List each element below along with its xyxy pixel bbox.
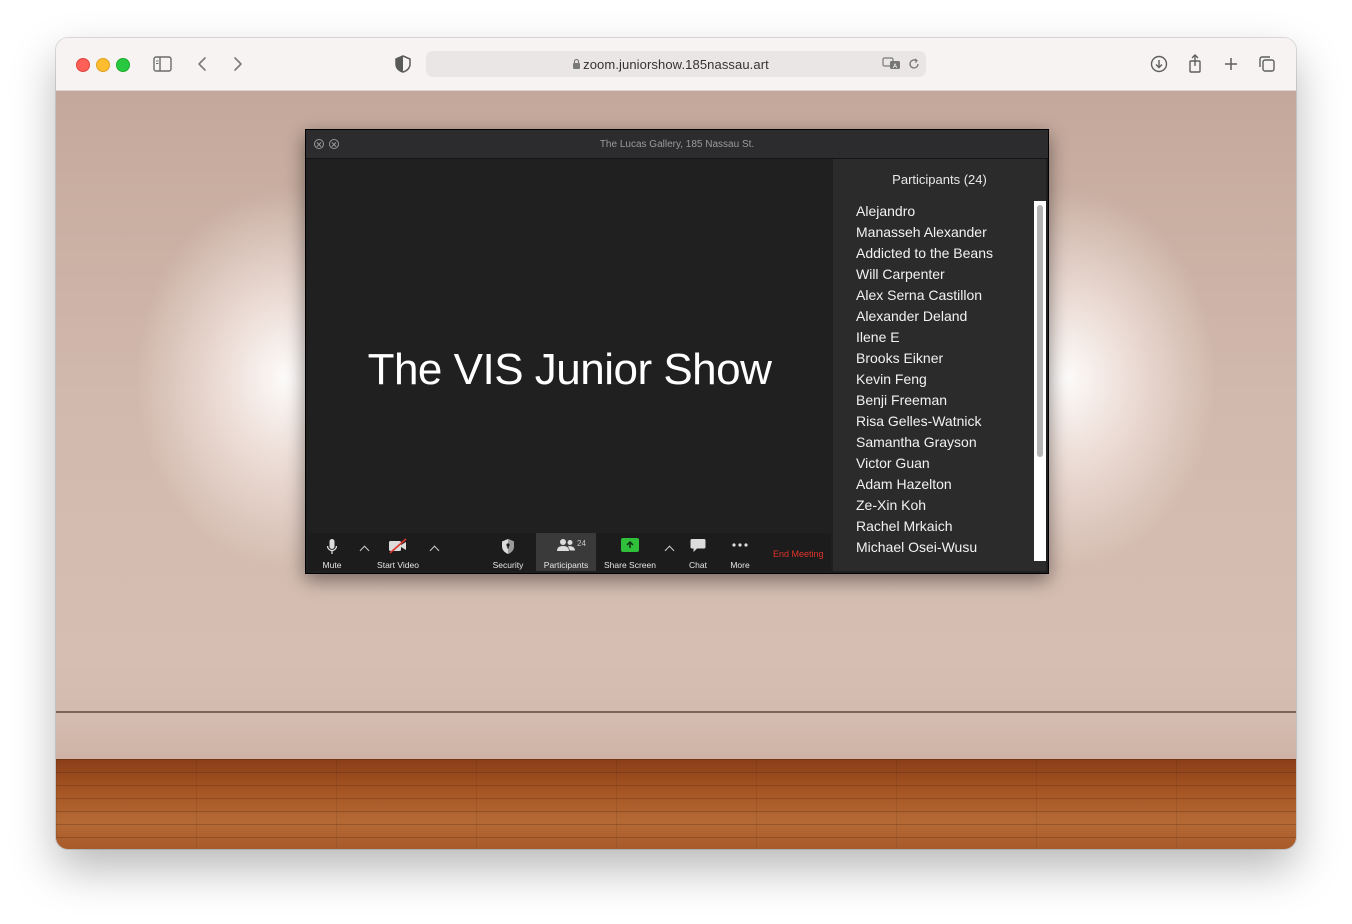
security-shield-icon [502, 539, 514, 554]
chat-bubble-icon [690, 539, 706, 552]
participants-list: Alejandro Manasseh Alexander Addicted to t… [856, 201, 1036, 561]
participant-item[interactable]: Ze-Xin Koh [856, 495, 1036, 516]
participants-icon [557, 539, 575, 551]
participant-item[interactable]: Brooks Eikner [856, 348, 1036, 369]
more-dots-icon [732, 543, 748, 547]
chat-label: Chat [689, 560, 707, 570]
participants-scroll-thumb[interactable] [1037, 205, 1043, 457]
participant-item[interactable]: Victor Guan [856, 453, 1036, 474]
video-off-icon [389, 538, 407, 554]
sidebar-toggle-icon[interactable] [152, 54, 174, 74]
participants-panel: Participants (24) Alejandro Manasseh Alex… [833, 159, 1046, 571]
participants-label: Participants [543, 560, 589, 570]
share-icon[interactable] [1184, 54, 1206, 74]
participant-item[interactable]: Alex Serna Castillon [856, 285, 1036, 306]
address-bar[interactable]: zoom.juniorshow.185nassau.art A [426, 51, 926, 77]
participant-item[interactable]: Alexander Deland [856, 306, 1036, 327]
security-button[interactable]: Security [486, 533, 530, 571]
tab-overview-icon[interactable] [1256, 54, 1278, 74]
participants-panel-title: Participants (24) [892, 172, 987, 187]
more-button[interactable]: More [722, 533, 758, 571]
forward-icon[interactable] [226, 54, 248, 74]
translate-icon[interactable]: A [882, 56, 902, 71]
participant-item[interactable]: Manasseh Alexander [856, 222, 1036, 243]
participant-item[interactable]: Adam Hazelton [856, 474, 1036, 495]
baseboard [56, 713, 1296, 761]
more-label: More [730, 560, 750, 570]
meeting-controls-bar: Mute Start Video Security 24 Participant… [308, 533, 831, 571]
mute-button[interactable]: Mute [312, 533, 352, 571]
participant-item[interactable]: Michael Osei-Wusu [856, 537, 1036, 558]
share-options-caret-icon[interactable] [664, 545, 675, 556]
url-text: zoom.juniorshow.185nassau.art [583, 57, 769, 72]
share-screen-icon [621, 538, 639, 552]
share-screen-button[interactable]: Share Screen [600, 533, 660, 571]
participant-item[interactable]: Risa Gelles-Watnick [856, 411, 1036, 432]
reload-icon[interactable] [908, 58, 920, 70]
participants-scrollbar[interactable] [1034, 201, 1046, 561]
zoom-meeting-window: The Lucas Gallery, 185 Nassau St. The VI… [305, 129, 1049, 574]
audio-options-caret-icon[interactable] [359, 545, 370, 556]
privacy-shield-icon[interactable] [392, 54, 414, 74]
show-title: The VIS Junior Show [367, 345, 772, 394]
video-options-caret-icon[interactable] [429, 545, 440, 556]
browser-window: zoom.juniorshow.185nassau.art A The Luca… [56, 38, 1296, 849]
participant-item[interactable]: Samantha Grayson [856, 432, 1036, 453]
zoom-window-button[interactable] [116, 58, 130, 72]
participant-item[interactable]: Ilene E [856, 327, 1036, 348]
start-video-label: Start Video [377, 560, 419, 570]
participants-button[interactable]: 24 Participants [536, 533, 596, 571]
zoom-window-title: The Lucas Gallery, 185 Nassau St. [599, 139, 755, 150]
mute-label: Mute [322, 560, 342, 570]
start-video-button[interactable]: Start Video [372, 533, 424, 571]
participants-count-badge: 24 [577, 539, 586, 548]
participant-item[interactable]: Addicted to the Beans [856, 243, 1036, 264]
chat-button[interactable]: Chat [680, 533, 716, 571]
microphone-icon [326, 539, 338, 554]
browser-toolbar: zoom.juniorshow.185nassau.art A [56, 38, 1296, 91]
back-icon[interactable] [192, 54, 214, 74]
shared-screen-stage: The VIS Junior Show [308, 159, 831, 533]
participant-item[interactable]: Alejandro [856, 201, 1036, 222]
participant-item[interactable]: Benji Freeman [856, 390, 1036, 411]
wood-floor [56, 759, 1296, 849]
close-window-button[interactable] [76, 58, 90, 72]
end-meeting-button[interactable]: End Meeting [773, 549, 824, 559]
participant-item[interactable]: Will Carpenter [856, 264, 1036, 285]
security-label: Security [492, 560, 524, 570]
participant-item[interactable]: Kevin Feng [856, 369, 1036, 390]
share-screen-label: Share Screen [604, 560, 656, 570]
new-tab-icon[interactable] [1220, 54, 1242, 74]
participant-item[interactable]: Rachel Mrkaich [856, 516, 1036, 537]
gallery-webpage: The Lucas Gallery, 185 Nassau St. The VI… [56, 91, 1296, 849]
downloads-icon[interactable] [1148, 54, 1170, 74]
zoom-titlebar: The Lucas Gallery, 185 Nassau St. [306, 130, 1048, 159]
minimize-window-button[interactable] [96, 58, 110, 72]
